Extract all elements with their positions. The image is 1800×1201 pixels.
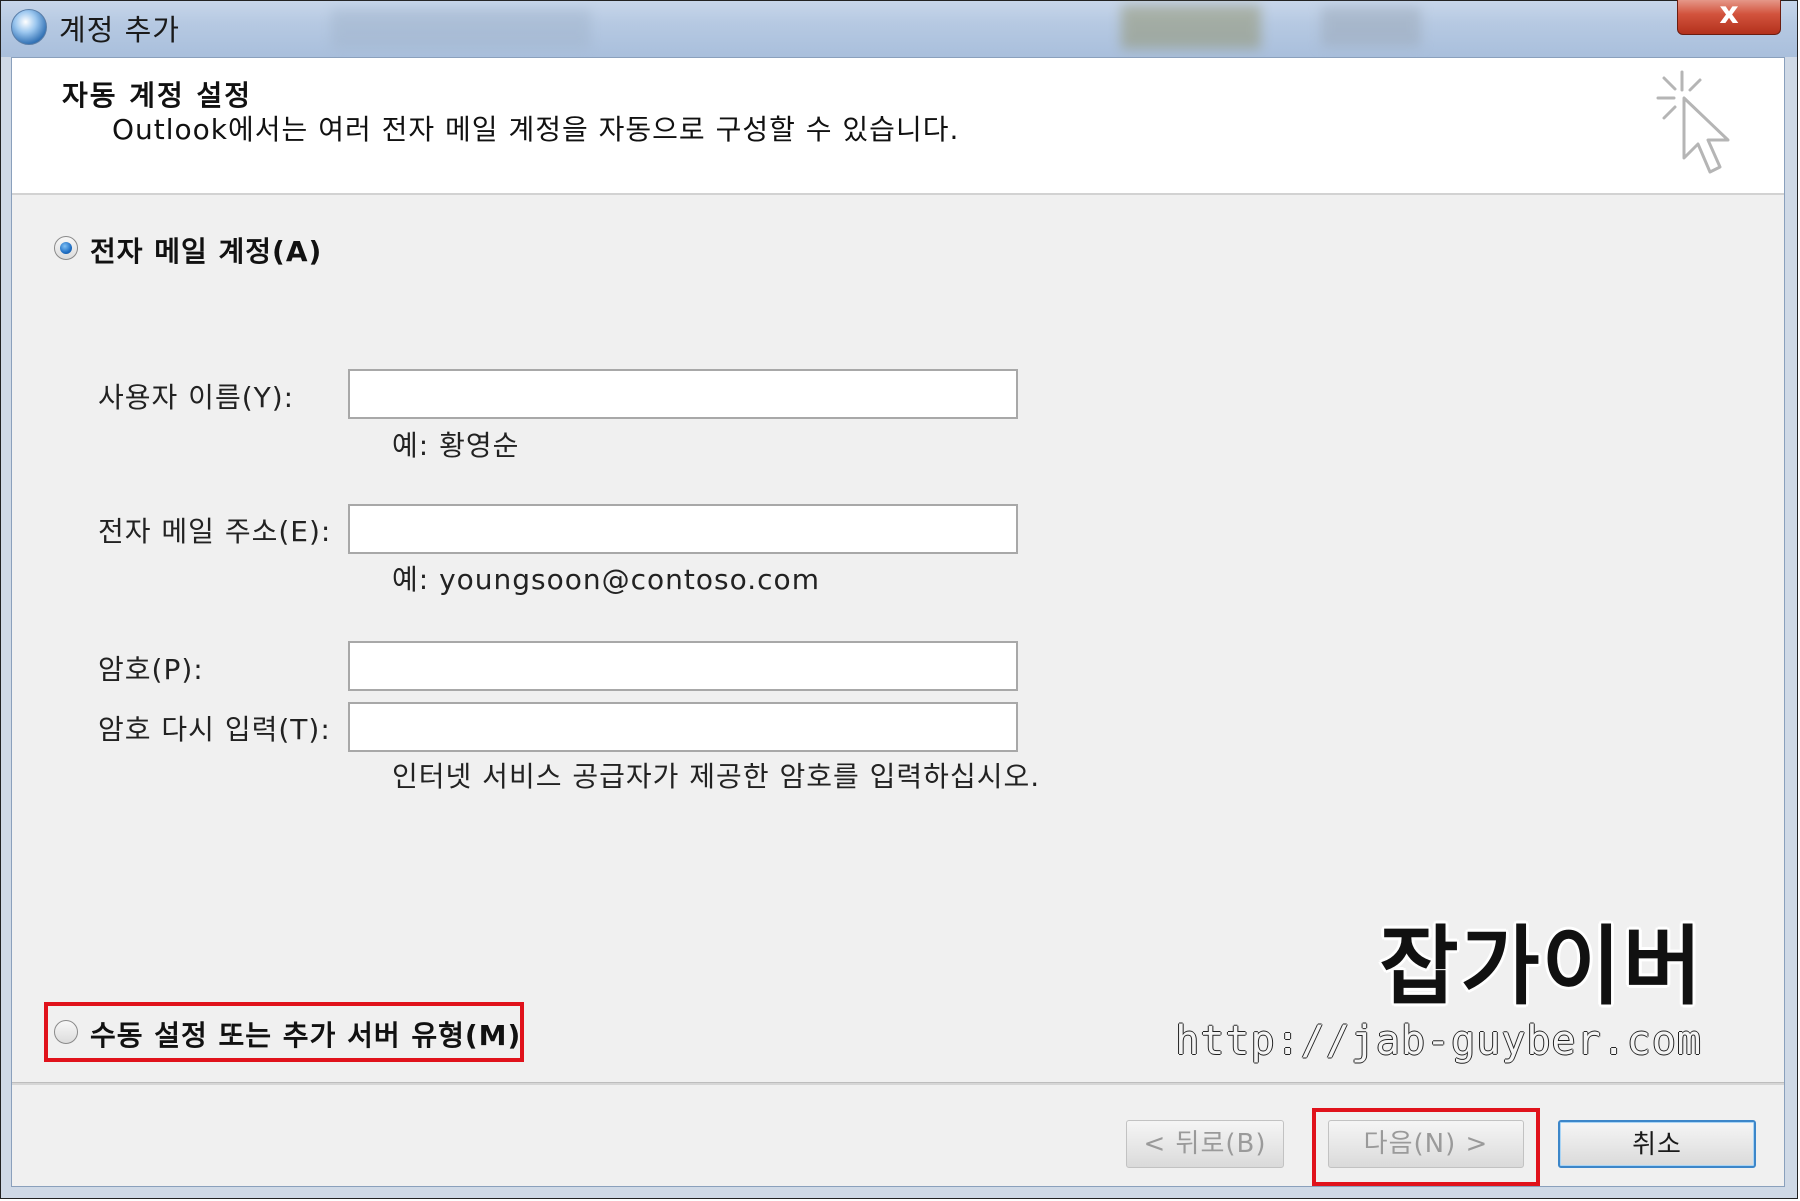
cancel-button[interactable]: 취소 <box>1558 1120 1756 1168</box>
outlook-app-icon <box>11 9 47 45</box>
cursor-sparkle-icon <box>1656 70 1730 174</box>
footer-divider <box>12 1082 1784 1085</box>
background-blur <box>331 9 591 49</box>
dialog-header: 자동 계정 설정 Outlook에서는 여러 전자 메일 계정을 자동으로 구성… <box>12 58 1784 195</box>
username-input[interactable] <box>348 369 1018 419</box>
manual-setup-radio[interactable] <box>54 1020 78 1044</box>
email-hint: 예: youngsoon@contoso.com <box>392 563 820 596</box>
password-confirm-input[interactable] <box>348 702 1018 752</box>
email-account-label[interactable]: 전자 메일 계정(A) <box>90 230 322 270</box>
username-label: 사용자 이름(Y): <box>98 381 295 414</box>
back-button[interactable]: < 뒤로(B) <box>1126 1120 1284 1168</box>
close-button[interactable]: x <box>1677 0 1781 35</box>
email-address-input[interactable] <box>348 504 1018 554</box>
page-subtitle: Outlook에서는 여러 전자 메일 계정을 자동으로 구성할 수 있습니다. <box>112 113 960 146</box>
password-label: 암호(P): <box>98 653 204 686</box>
password-hint: 인터넷 서비스 공급자가 제공한 암호를 입력하십시오. <box>392 760 1041 793</box>
manual-setup-label[interactable]: 수동 설정 또는 추가 서버 유형(M) <box>90 1014 521 1054</box>
background-blur <box>1121 5 1261 49</box>
watermark-title: 잡가이버 <box>1379 917 1704 1017</box>
title-bar: 계정 추가 x <box>1 0 1797 57</box>
password-confirm-label: 암호 다시 입력(T): <box>98 713 331 746</box>
next-button[interactable]: 다음(N) > <box>1328 1120 1524 1168</box>
add-account-window: 계정 추가 x 자동 계정 설정 Outlook에서는 여러 전자 메일 계정을… <box>0 0 1798 1199</box>
password-input[interactable] <box>348 641 1018 691</box>
window-title: 계정 추가 <box>59 13 180 47</box>
email-label: 전자 메일 주소(E): <box>98 515 332 548</box>
watermark-url: http://jab-guyber.com <box>1175 1018 1702 1064</box>
background-blur <box>1321 7 1421 47</box>
dialog-body: 자동 계정 설정 Outlook에서는 여러 전자 메일 계정을 자동으로 구성… <box>11 57 1785 1187</box>
email-account-radio[interactable] <box>54 236 78 260</box>
username-hint: 예: 황영순 <box>392 429 520 462</box>
